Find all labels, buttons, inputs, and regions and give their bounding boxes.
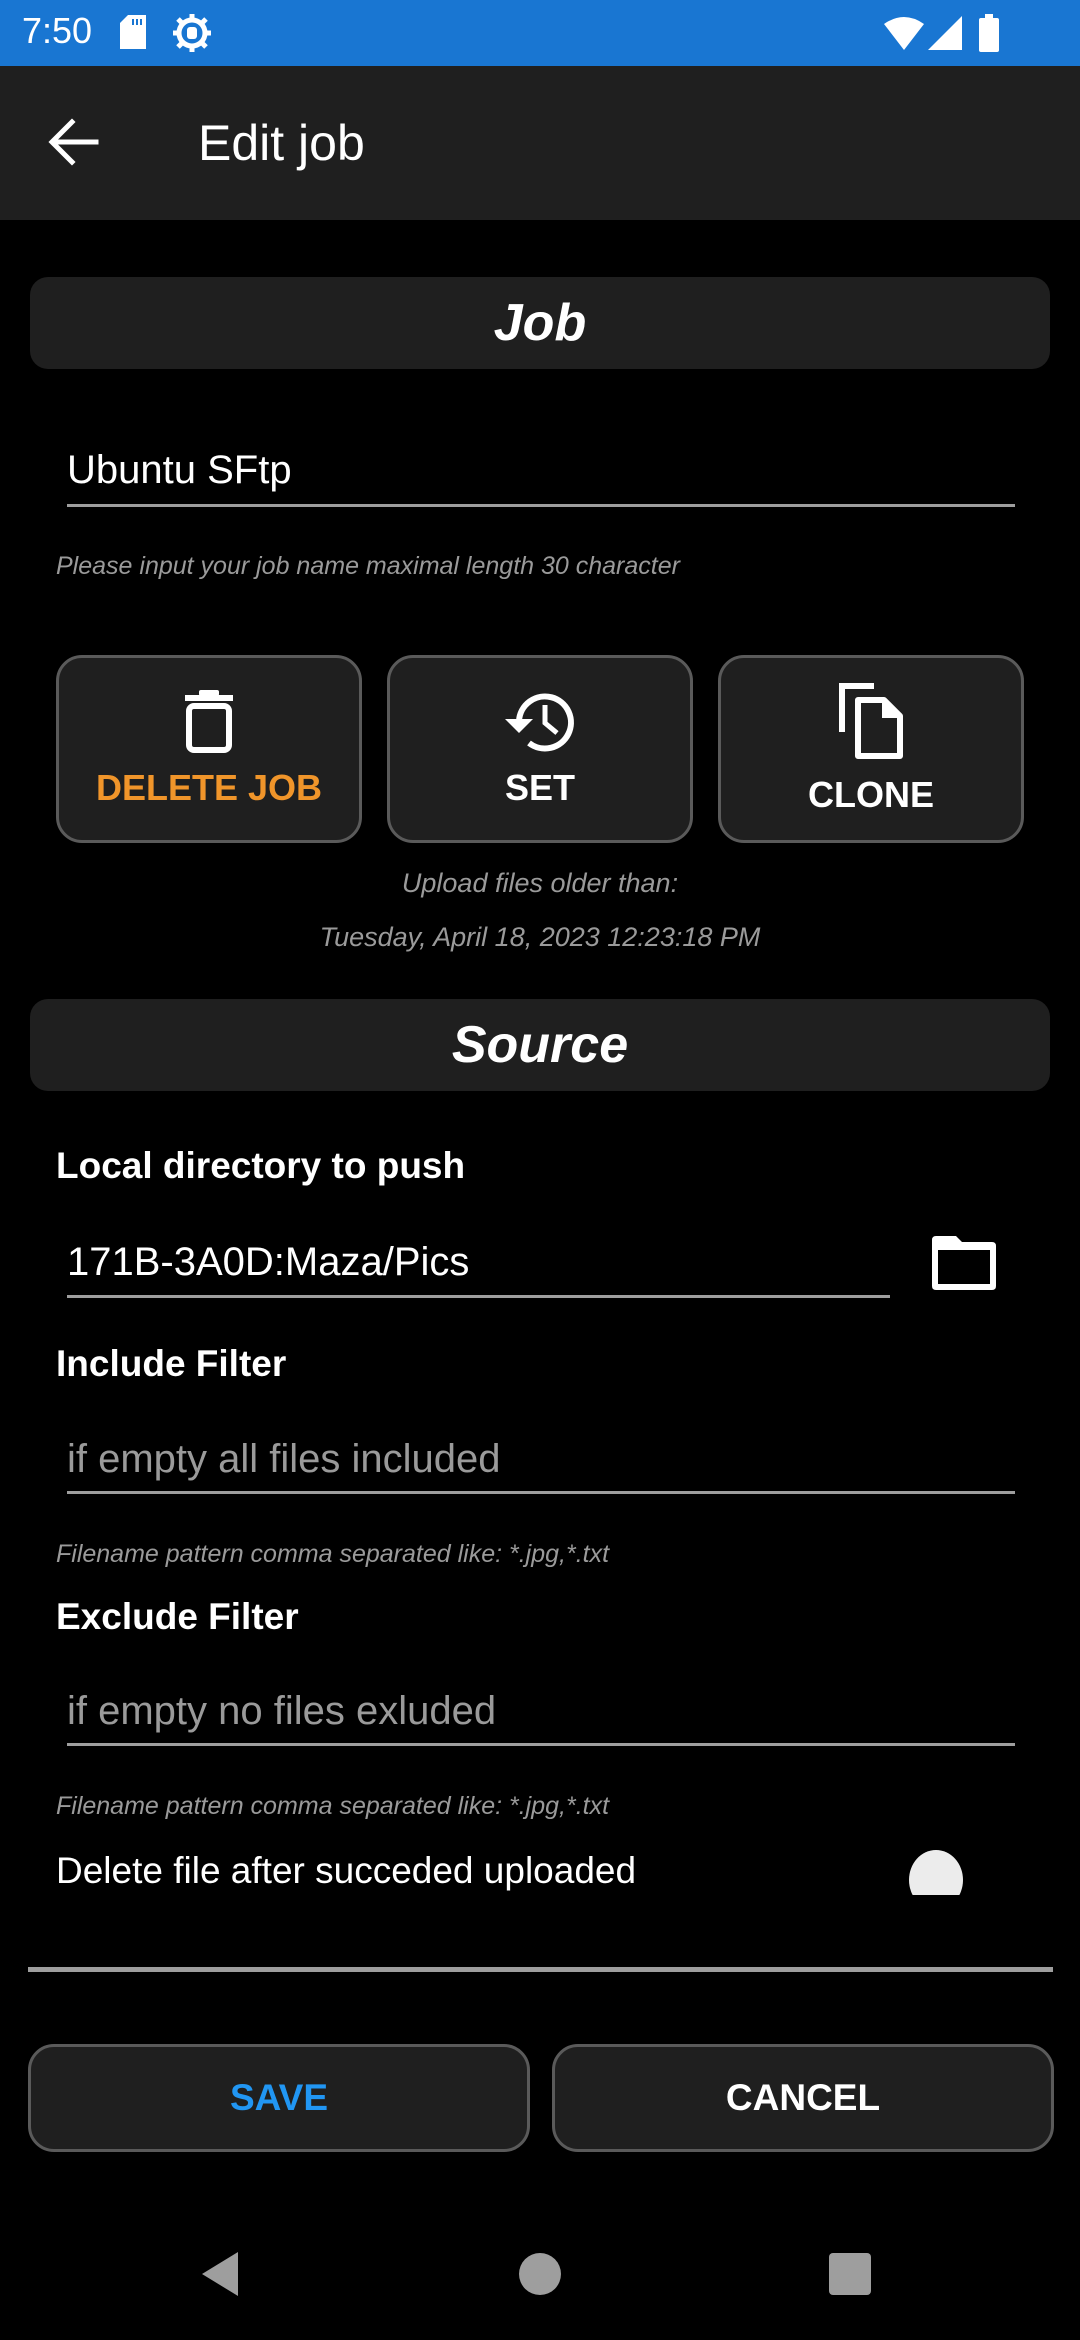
upload-older-label: Upload files older than:: [401, 868, 679, 898]
local-dir-label: Local directory to push: [56, 1145, 466, 1186]
exclude-filter-underline: [67, 1743, 1015, 1746]
source-section-header: Source: [30, 999, 1050, 1091]
page-title: Edit job: [198, 115, 365, 171]
job-name-underline: [67, 504, 1015, 507]
clone-button[interactable]: CLONE: [718, 655, 1024, 843]
include-filter-underline: [67, 1491, 1015, 1494]
folder-icon[interactable]: [928, 1234, 1000, 1292]
status-time: 7:50: [22, 10, 93, 51]
delete-after-row: Delete file after succeded uploaded: [0, 1840, 1080, 1895]
nav-home-icon[interactable]: [519, 2253, 561, 2295]
delete-job-button[interactable]: DELETE JOB: [56, 655, 362, 843]
debug-gear-icon: [173, 14, 211, 52]
exclude-filter-input[interactable]: if empty no files exluded: [67, 1689, 496, 1734]
exclude-filter-hint: Filename pattern comma separated like: *…: [56, 1792, 610, 1820]
history-icon: [505, 693, 574, 752]
delete-job-label: DELETE JOB: [95, 767, 323, 808]
nav-recents-icon[interactable]: [829, 2253, 871, 2295]
copy-icon: [839, 683, 903, 759]
local-dir-underline: [67, 1295, 890, 1298]
include-filter-hint: Filename pattern comma separated like: *…: [56, 1540, 610, 1568]
local-dir-input[interactable]: 171B-3A0D:Maza/Pics: [67, 1240, 469, 1285]
upload-older-date[interactable]: Tuesday, April 18, 2023 12:23:18 PM: [0, 922, 1080, 953]
battery-icon: [979, 14, 999, 52]
nav-back-icon[interactable]: [198, 2250, 248, 2298]
job-name-hint: Please input your job name maximal lengt…: [56, 552, 680, 580]
cancel-button[interactable]: CANCEL: [552, 2044, 1054, 2152]
app-bar: [0, 66, 1080, 220]
save-button[interactable]: SAVE: [28, 2044, 530, 2152]
trash-icon: [185, 690, 233, 753]
set-label: SET: [504, 767, 575, 808]
include-filter-label: Include Filter: [56, 1343, 287, 1384]
arrow-left-icon: [48, 118, 99, 166]
delete-after-label: Delete file after succeded uploaded: [56, 1850, 637, 1891]
status-bar: 7:50: [0, 0, 1080, 66]
sd-card-icon: [120, 15, 146, 49]
clone-label: CLONE: [808, 774, 934, 815]
include-filter-input[interactable]: if empty all files included: [67, 1437, 501, 1482]
job-name-input[interactable]: Ubuntu SFtp: [67, 448, 292, 493]
divider: [28, 1967, 1053, 1972]
wifi-icon: [884, 17, 924, 50]
job-section-header: Job: [30, 277, 1050, 369]
delete-after-toggle[interactable]: [909, 1850, 963, 1895]
back-button[interactable]: [46, 118, 102, 166]
exclude-filter-label: Exclude Filter: [56, 1596, 299, 1637]
set-button[interactable]: SET: [387, 655, 693, 843]
signal-icon: [928, 16, 962, 50]
